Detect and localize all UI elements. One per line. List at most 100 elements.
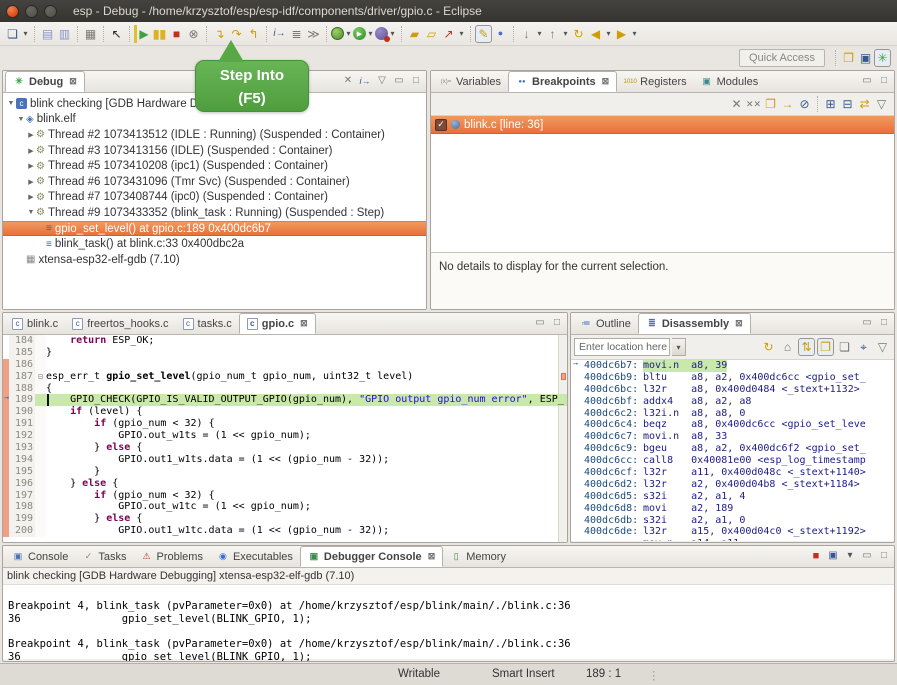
line-number[interactable]: 197 xyxy=(9,490,35,502)
line-number[interactable]: 198 xyxy=(9,501,35,513)
breakpoint-row[interactable]: ✓ blink.c [line: 36] xyxy=(431,116,894,134)
next-annotation-button[interactable]: ↓ xyxy=(518,25,535,43)
view-menu-icon[interactable]: ▽ xyxy=(375,74,389,88)
debug-tree-row[interactable]: ≡gpio_set_level() at gpio.c:189 0x400dc6… xyxy=(3,221,426,237)
line-number[interactable]: 190 xyxy=(9,406,35,418)
close-icon[interactable]: ⊠ xyxy=(428,551,436,562)
breakpoint-checkbox[interactable]: ✓ xyxy=(435,119,447,131)
debug-tree-row[interactable]: ▶⚙Thread #5 1073410208 (ipc1) (Suspended… xyxy=(3,158,426,174)
debug-tree-row[interactable]: ▶⚙Thread #3 1073413156 (IDLE) (Suspended… xyxy=(3,143,426,159)
quick-access-input[interactable]: Quick Access xyxy=(739,49,825,67)
line-number[interactable]: 185 xyxy=(9,347,35,359)
debug-tree-row[interactable]: ▶⚙Thread #2 1073413512 (IDLE : Running) … xyxy=(3,127,426,143)
collapse-all-button[interactable]: ⊟ xyxy=(839,95,856,113)
line-number[interactable]: 196 xyxy=(9,478,35,490)
remove-breakpoint-button[interactable]: ✕ xyxy=(728,95,745,113)
tab-debugger-console[interactable]: ▣Debugger Console⊠ xyxy=(300,546,443,567)
expander-icon[interactable]: ▶ xyxy=(26,178,36,186)
close-icon[interactable]: ⊠ xyxy=(300,318,308,329)
tab-outline[interactable]: ≔Outline xyxy=(573,313,638,334)
cpp-perspective-button[interactable]: ▣ xyxy=(857,49,874,67)
location-dropdown[interactable]: ▾ xyxy=(672,338,686,356)
line-number[interactable]: 200 xyxy=(9,525,35,537)
location-input[interactable]: Enter location here xyxy=(574,338,670,356)
line-number[interactable]: 192 xyxy=(9,430,35,442)
line-number[interactable]: 184 xyxy=(9,335,35,347)
view-menu-icon[interactable]: ▽ xyxy=(874,338,891,356)
maximize-icon[interactable]: □ xyxy=(409,74,423,88)
terminate-console-button[interactable]: ■ xyxy=(809,549,823,563)
line-number[interactable]: 191 xyxy=(9,418,35,430)
window-minimize-button[interactable] xyxy=(25,5,38,18)
minimize-icon[interactable]: ▭ xyxy=(533,316,547,330)
expander-icon[interactable]: ▶ xyxy=(26,162,36,170)
tab-modules[interactable]: ▣Modules xyxy=(694,71,766,92)
forward-button[interactable]: ▶ xyxy=(613,25,630,43)
refresh-button[interactable]: ↻ xyxy=(760,338,777,356)
new-view-button[interactable]: ❏ xyxy=(836,338,853,356)
tab-disassembly[interactable]: ≣Disassembly⊠ xyxy=(638,313,751,334)
line-number[interactable]: 194 xyxy=(9,454,35,466)
line-number[interactable]: 188 xyxy=(9,383,35,395)
use-step-filters-button[interactable]: ≫ xyxy=(305,25,322,43)
link-with-debug-button[interactable]: ⇄ xyxy=(856,95,873,113)
skip-all-breakpoints-button[interactable]: ⊘ xyxy=(796,95,813,113)
external-tools-button[interactable]: ↗ xyxy=(440,25,457,43)
open-element-button[interactable]: ▱ xyxy=(423,25,440,43)
tab-registers[interactable]: 1010Registers xyxy=(617,71,693,92)
mark-occurrences-toggle[interactable]: ✎ xyxy=(475,25,492,43)
run-dropdown[interactable]: ▾ xyxy=(366,25,375,43)
tab-executables[interactable]: ◉Executables xyxy=(210,546,300,567)
console-dropdown[interactable]: ▾ xyxy=(843,549,857,563)
build-button[interactable]: ▦ xyxy=(82,25,99,43)
line-number[interactable]: 186 xyxy=(9,359,35,371)
maximize-icon[interactable]: □ xyxy=(877,316,891,330)
maximize-icon[interactable]: □ xyxy=(550,316,564,330)
line-number[interactable]: 195 xyxy=(9,466,35,478)
expander-icon[interactable]: ▼ xyxy=(16,116,26,123)
forward-dropdown[interactable]: ▾ xyxy=(630,25,639,43)
back-dropdown[interactable]: ▾ xyxy=(604,25,613,43)
debug-tree-row[interactable]: ▼⚙Thread #9 1073433352 (blink_task : Run… xyxy=(3,205,426,221)
tab-memory[interactable]: ▯Memory xyxy=(443,546,513,567)
expander-icon[interactable]: ▼ xyxy=(26,209,36,216)
expander-icon[interactable]: ▶ xyxy=(26,131,36,139)
debug-dropdown[interactable]: ▾ xyxy=(344,25,353,43)
console-output[interactable]: Breakpoint 4, blink_task (pvParameter=0x… xyxy=(3,585,894,659)
expander-icon[interactable]: ▶ xyxy=(26,193,36,201)
debug-tree-row[interactable]: ▼◈blink.elf xyxy=(3,112,426,128)
close-icon[interactable]: ⊠ xyxy=(69,76,77,87)
display-console-button[interactable]: ▣ xyxy=(826,549,840,563)
debug-tree-row[interactable]: ≡blink_task() at blink.c:33 0x400dbc2a xyxy=(3,236,426,252)
remove-all-breakpoints-button[interactable]: ✕✕ xyxy=(745,95,762,113)
new-wizard-button[interactable]: ❏ xyxy=(4,25,21,43)
tab-debug[interactable]: ✳ Debug ⊠ xyxy=(5,71,85,92)
tab-breakpoints[interactable]: ●●Breakpoints⊠ xyxy=(508,71,617,92)
window-maximize-button[interactable] xyxy=(44,5,57,18)
close-icon[interactable]: ⊠ xyxy=(735,318,743,329)
new-wizard-dropdown[interactable]: ▾ xyxy=(21,25,30,43)
view-menu-icon[interactable]: ▽ xyxy=(873,95,890,113)
line-number[interactable]: 187 xyxy=(9,371,35,383)
fold-minus-icon[interactable]: ⊟ xyxy=(35,371,46,383)
pointer-button[interactable]: ↖ xyxy=(108,25,125,43)
tab-console[interactable]: ▣Console xyxy=(5,546,75,567)
expand-all-button[interactable]: ⊞ xyxy=(822,95,839,113)
window-close-button[interactable] xyxy=(6,5,19,18)
minimize-icon[interactable]: ▭ xyxy=(392,74,406,88)
instruction-stepping-button[interactable]: i→ xyxy=(271,25,288,43)
last-edit-location-button[interactable]: ↻ xyxy=(570,25,587,43)
code-area[interactable]: 184 return ESP_OK;185}186187⊟esp_err_t g… xyxy=(3,335,567,543)
previous-annotation-button[interactable]: ↑ xyxy=(544,25,561,43)
tab-gpio-c[interactable]: cgpio.c⊠ xyxy=(239,313,316,334)
minimize-icon[interactable]: ▭ xyxy=(860,74,874,88)
minimize-icon[interactable]: ▭ xyxy=(860,549,874,563)
instruction-stepping-toggle[interactable]: i→ xyxy=(358,74,372,88)
external-tools-dropdown[interactable]: ▾ xyxy=(457,25,466,43)
show-supported-breakpoints-button[interactable]: ❐ xyxy=(762,95,779,113)
profile-button[interactable] xyxy=(375,27,388,40)
minimize-icon[interactable]: ▭ xyxy=(860,316,874,330)
maximize-icon[interactable]: □ xyxy=(877,74,891,88)
debug-tree-row[interactable]: ▶⚙Thread #6 1073431096 (Tmr Svc) (Suspen… xyxy=(3,174,426,190)
line-number[interactable]: 189 xyxy=(9,394,35,406)
